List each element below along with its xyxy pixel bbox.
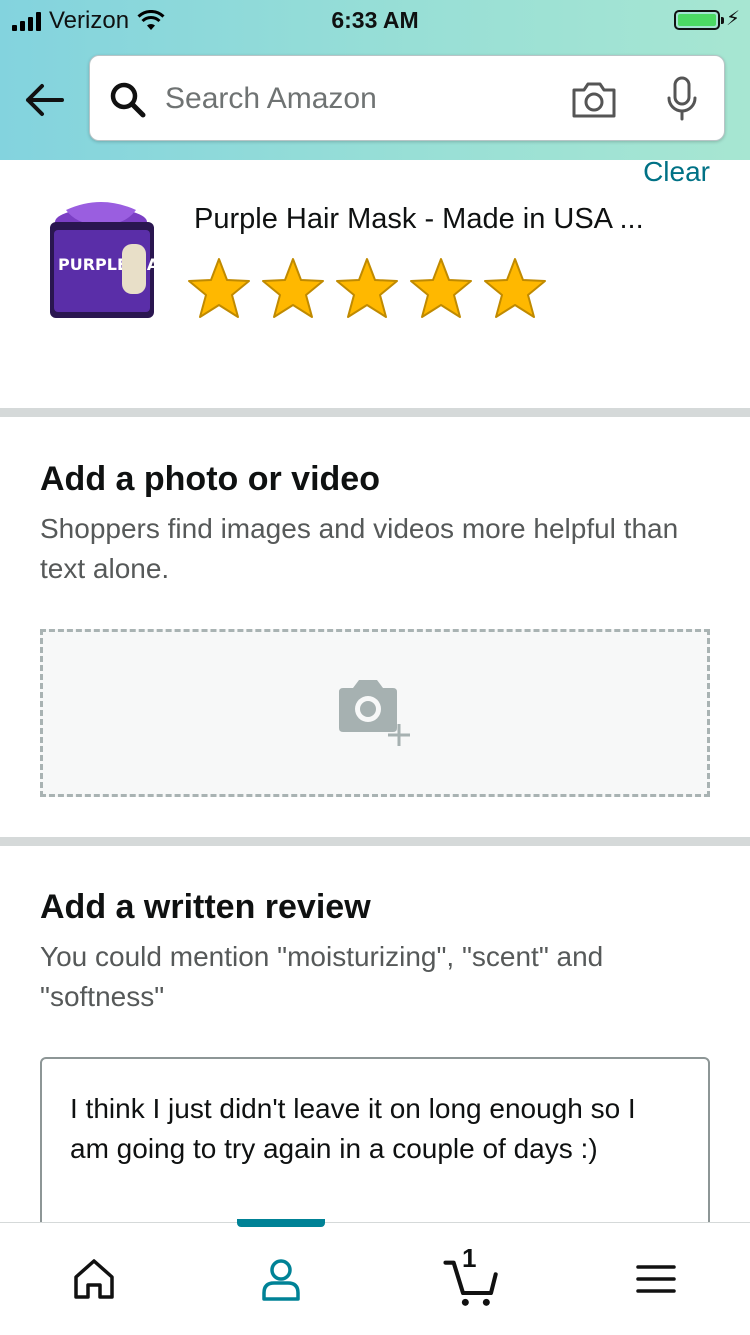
status-time: 6:33 AM [331, 7, 419, 33]
hamburger-menu-icon [636, 1265, 676, 1293]
tab-menu[interactable] [596, 1223, 716, 1335]
search-icon [110, 82, 146, 118]
review-section-subtitle: You could mention "moisturizing", "scent… [40, 941, 604, 1012]
search-input[interactable]: Search Amazon [165, 82, 377, 116]
photo-section-title: Add a photo or video [40, 460, 380, 498]
clear-link[interactable]: Clear [643, 156, 710, 188]
back-arrow-icon[interactable] [22, 80, 66, 120]
add-photo-camera-icon [339, 680, 410, 746]
star-5-icon[interactable] [482, 256, 548, 322]
section-divider [0, 408, 750, 417]
bottom-tab-bar: 1 [0, 1219, 750, 1335]
tab-cart[interactable] [410, 1223, 530, 1335]
star-3-icon[interactable] [334, 256, 400, 322]
review-section-title: Add a written review [40, 888, 371, 926]
camera-search-icon[interactable] [570, 80, 618, 120]
tab-home[interactable] [34, 1223, 154, 1335]
photo-section-subtitle: Shoppers find images and videos more hel… [40, 513, 679, 584]
product-title: Purple Hair Mask - Made in USA ... [194, 203, 644, 235]
battery-icon [674, 10, 724, 30]
search-bar[interactable]: Search Amazon [89, 55, 725, 141]
product-image: PURPLE HAIR MASK [44, 200, 236, 322]
star-rating[interactable] [186, 256, 548, 322]
star-1-icon[interactable] [186, 256, 252, 322]
charging-icon: ⚡ [725, 8, 740, 30]
microphone-icon[interactable] [665, 76, 699, 122]
star-2-icon[interactable] [260, 256, 326, 322]
person-icon [262, 1259, 300, 1301]
cart-count-badge: 1 [462, 1243, 477, 1273]
top-header: Verizon 6:33 AM ⚡ Search Amazon [0, 0, 750, 160]
tab-account[interactable] [221, 1223, 341, 1335]
section-divider [0, 837, 750, 846]
star-4-icon[interactable] [408, 256, 474, 322]
status-bar: Verizon 6:33 AM ⚡ [0, 0, 750, 40]
home-icon [74, 1259, 114, 1299]
add-photo-area[interactable] [40, 629, 710, 797]
